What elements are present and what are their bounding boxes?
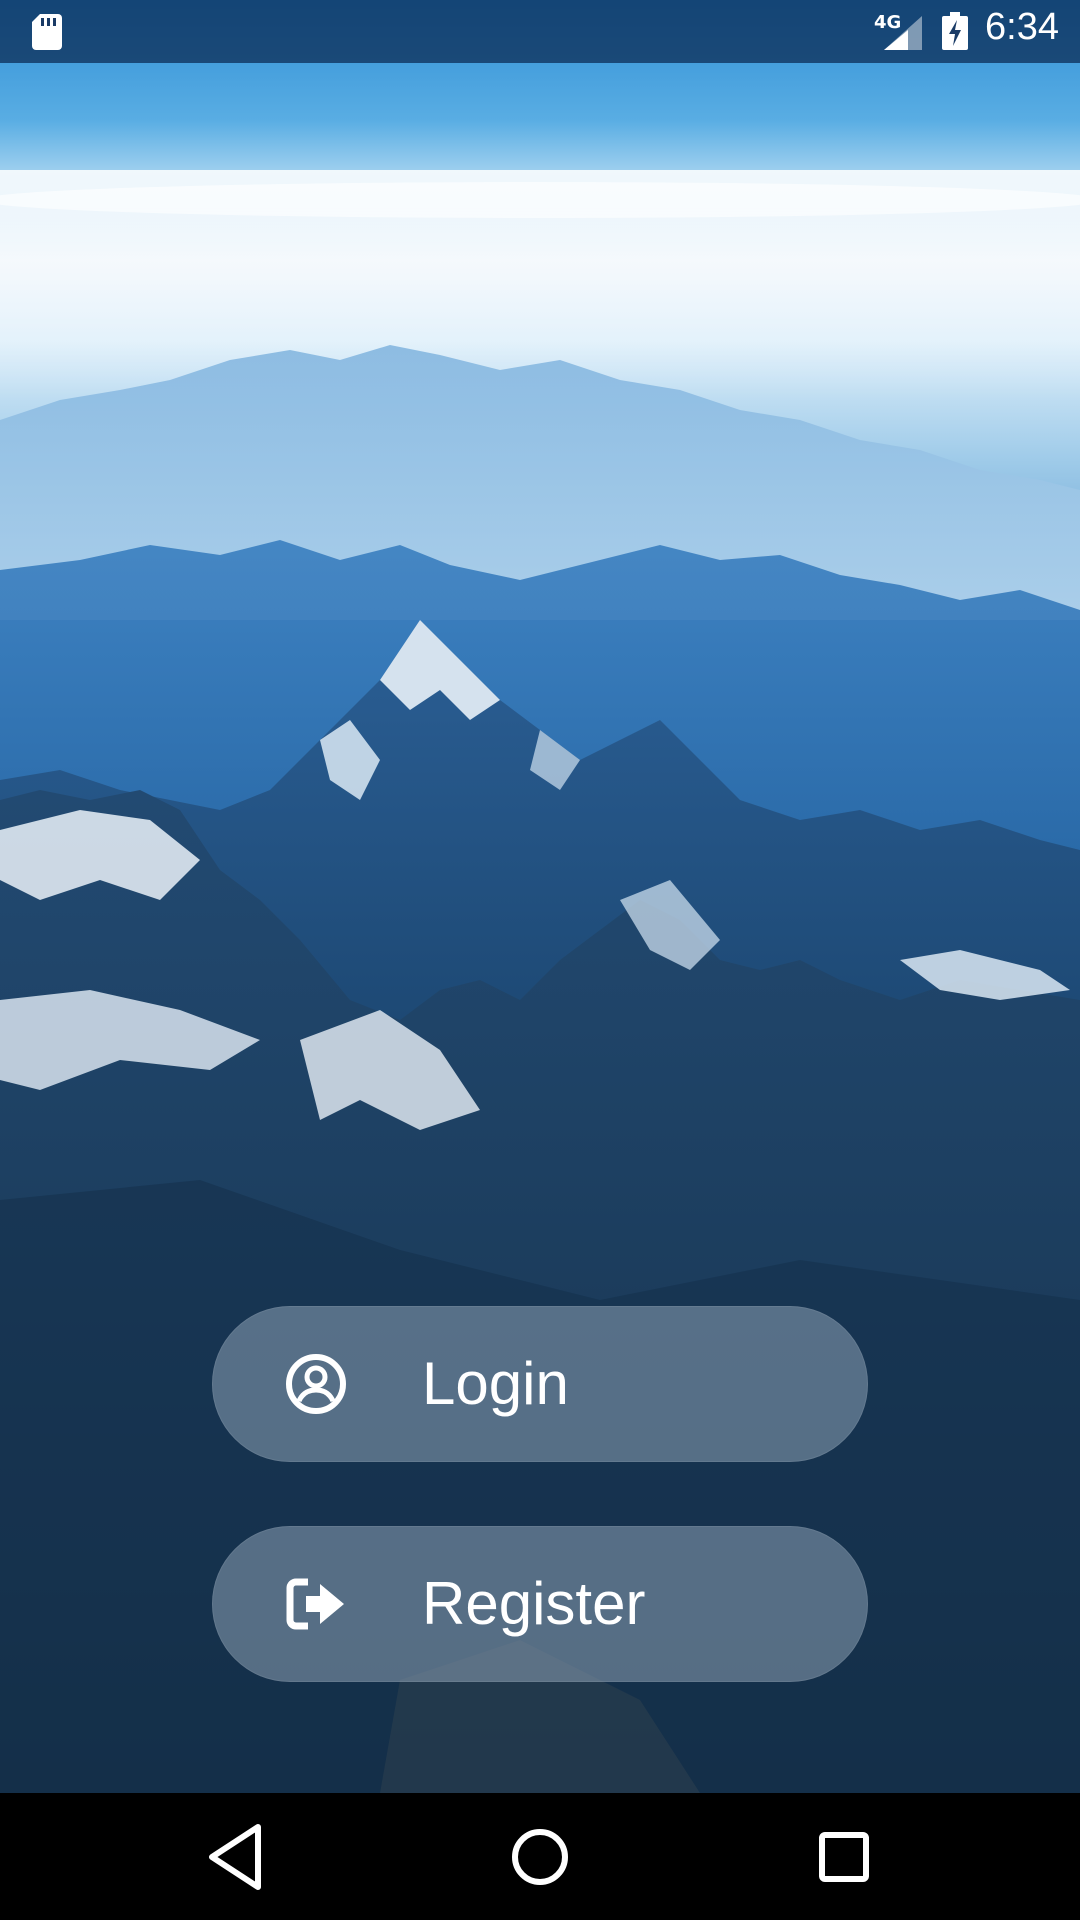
login-button[interactable]: Login (212, 1306, 868, 1462)
battery-charging-icon (942, 12, 968, 50)
sign-in-arrow-icon (286, 1578, 344, 1630)
account-circle-icon (286, 1354, 346, 1414)
recents-icon[interactable] (806, 1819, 882, 1895)
home-icon[interactable] (502, 1819, 578, 1895)
navigation-bar (0, 1793, 1080, 1920)
register-label: Register (422, 1570, 646, 1637)
back-icon[interactable] (198, 1819, 274, 1895)
sd-card-icon (32, 14, 62, 50)
status-time: 6:34 (985, 6, 1059, 48)
app-screen: 4G 6:34 Login Register (0, 0, 1080, 1920)
status-bar: 4G 6:34 (0, 0, 1080, 63)
signal-icon (884, 16, 922, 50)
login-label: Login (422, 1350, 569, 1417)
register-button[interactable]: Register (212, 1526, 868, 1682)
mountain-background-image (0, 0, 1080, 1793)
